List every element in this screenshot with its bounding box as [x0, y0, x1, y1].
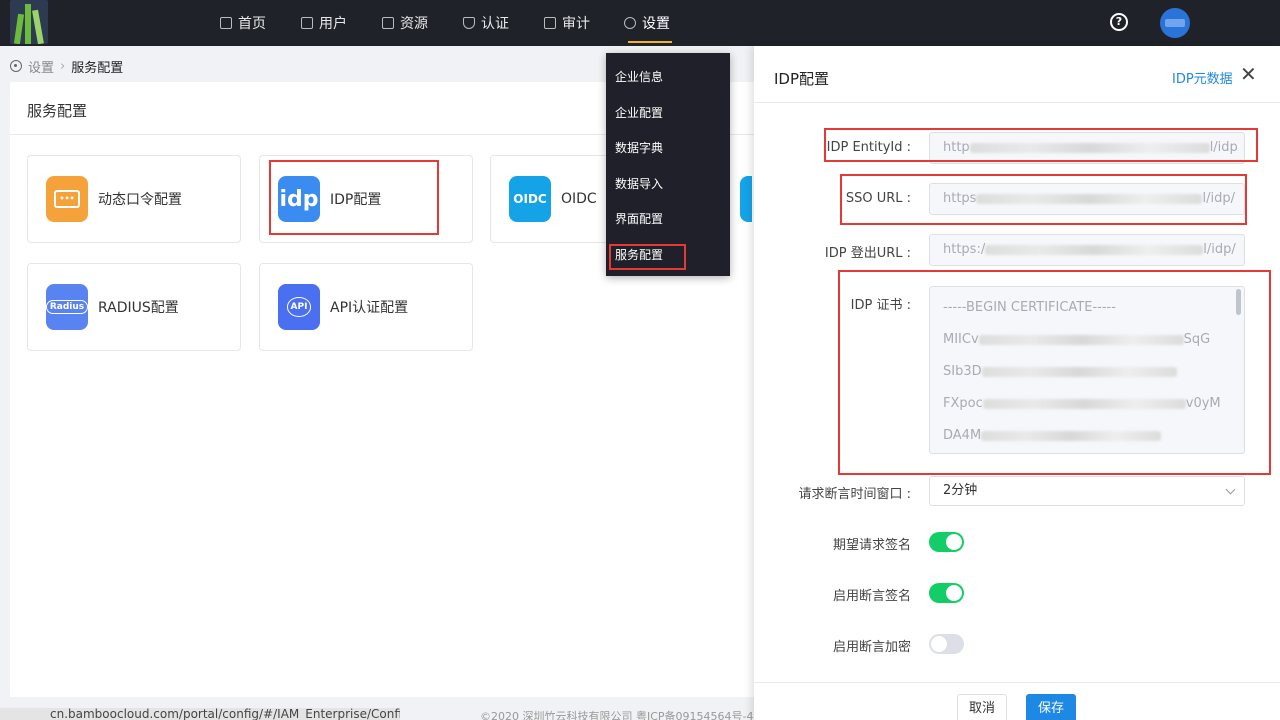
nav-active-indicator [628, 41, 672, 43]
assertion-window-select[interactable]: 2分钟 [929, 476, 1245, 506]
entity-id-prefix: http [943, 140, 970, 155]
assertion-window-value: 2分钟 [943, 483, 978, 498]
nav-settings[interactable]: 设置 [624, 12, 670, 34]
entity-id-suffix: l/idp [1209, 140, 1238, 155]
divider [754, 682, 1280, 683]
close-icon[interactable]: ✕ [1240, 64, 1257, 84]
status-url: cn.bamboocloud.com/portal/config/#/IAM_E… [0, 708, 400, 720]
top-nav-bar: 首页 用户 资源 认证 审计 设置 ? [0, 0, 1280, 46]
menu-item-data-dictionary[interactable]: 数据字典 [615, 139, 663, 156]
service-card-otp[interactable]: ••• 动态口令配置 [27, 155, 241, 243]
assertion-window-label: 请求断言时间窗口 : [798, 487, 911, 502]
resource-icon [382, 17, 394, 29]
menu-item-enterprise-info[interactable]: 企业信息 [615, 68, 663, 85]
service-label: API认证配置 [330, 300, 409, 316]
service-card-api[interactable]: API API认证配置 [259, 263, 473, 351]
page-title: 服务配置 [27, 102, 88, 120]
nav-audit-label: 审计 [562, 16, 590, 32]
menu-item-service-config[interactable]: 服务配置 [615, 246, 663, 263]
service-card-radius[interactable]: Radius RADIUS配置 [27, 263, 241, 351]
sso-url-suffix: l/idp/ [1202, 191, 1235, 206]
nav-home-label: 首页 [238, 16, 266, 32]
service-label: OIDC [561, 191, 597, 207]
save-button[interactable]: 保存 [1026, 694, 1076, 720]
sign-request-toggle[interactable] [929, 532, 964, 552]
partial-service-icon [740, 176, 752, 222]
encrypt-assertion-label: 启用断言加密 [832, 640, 911, 655]
logout-url-suffix: l/idp/ [1203, 242, 1236, 257]
nav-auth[interactable]: 认证 [463, 12, 509, 34]
service-label: 动态口令配置 [98, 192, 182, 208]
encrypt-assertion-toggle[interactable] [929, 634, 964, 654]
menu-item-data-import[interactable]: 数据导入 [615, 175, 663, 192]
menu-item-enterprise-config[interactable]: 企业配置 [615, 104, 663, 121]
idp-icon: idp [278, 176, 320, 222]
cancel-button[interactable]: 取消 [957, 694, 1007, 720]
api-icon-text: API [286, 297, 312, 317]
sso-url-label: SSO URL : [845, 191, 911, 206]
drawer-title: IDP配置 [774, 70, 830, 88]
radius-icon-text: Radius [45, 300, 89, 314]
service-card-idp[interactable]: idp IDP配置 [259, 155, 473, 243]
sso-url-field[interactable]: https l/idp/ [929, 183, 1245, 215]
cloud-api-icon: API [278, 284, 320, 330]
breadcrumb-parent[interactable]: 设置 [28, 57, 54, 76]
breadcrumb: 设置 › 服务配置 [0, 54, 123, 78]
logout-url-field[interactable]: https:/ l/idp/ [929, 234, 1245, 266]
oidc-icon: OIDC [509, 176, 551, 222]
service-label: IDP配置 [330, 192, 382, 208]
nav-audit[interactable]: 审计 [544, 12, 590, 34]
gear-icon [624, 17, 636, 29]
home-icon [220, 17, 232, 29]
nav-auth-label: 认证 [481, 16, 509, 32]
sign-assertion-toggle[interactable] [929, 583, 964, 603]
help-icon[interactable]: ? [1110, 13, 1128, 31]
settings-icon [10, 60, 22, 72]
chevron-right-icon: › [60, 58, 66, 74]
nav-resources[interactable]: 资源 [382, 12, 428, 34]
idp-metadata-link[interactable]: IDP元数据 [1172, 68, 1233, 87]
user-icon [301, 17, 313, 29]
sso-url-prefix: https [943, 191, 977, 206]
copyright: ©2020 深圳竹云科技有限公司 粤ICP备09154564号-4 [480, 710, 754, 720]
nav-home[interactable]: 首页 [220, 12, 266, 34]
settings-dropdown-menu: 企业信息 企业配置 数据字典 数据导入 界面配置 服务配置 [606, 53, 730, 276]
nav-users[interactable]: 用户 [301, 12, 347, 34]
nav-users-label: 用户 [319, 16, 347, 32]
breadcrumb-current: 服务配置 [71, 60, 124, 76]
audit-icon [544, 17, 556, 29]
sign-assertion-label: 启用断言签名 [832, 589, 911, 604]
bamboo-logo[interactable] [10, 0, 48, 44]
cert-line: SIb3D [943, 361, 1231, 393]
chevron-down-icon [1225, 484, 1236, 495]
logout-url-prefix: https:/ [943, 242, 986, 257]
certificate-textarea[interactable]: -----BEGIN CERTIFICATE----- MIICv SqG SIb… [929, 286, 1245, 454]
certificate-label: IDP 证书 : [850, 298, 911, 313]
logout-url-label: IDP 登出URL : [824, 246, 911, 261]
service-label: RADIUS配置 [98, 300, 179, 316]
divider [754, 102, 1280, 103]
cert-line: -----BEGIN CERTIFICATE----- [943, 300, 1116, 315]
cert-line: DA4M [943, 425, 1231, 453]
cert-line: MIICv SqG [943, 332, 1211, 347]
cert-line: FXpoc v0yM [943, 396, 1221, 411]
nav-resources-label: 资源 [400, 16, 428, 32]
menu-item-ui-config[interactable]: 界面配置 [615, 210, 663, 227]
textarea-scrollbar[interactable] [1236, 289, 1241, 315]
entity-id-label: IDP EntityId : [826, 140, 911, 155]
nav-settings-label: 设置 [642, 16, 670, 32]
idp-config-drawer: IDP配置 IDP元数据 ✕ IDP EntityId : http l/idp … [754, 46, 1280, 720]
avatar[interactable] [1160, 8, 1190, 38]
entity-id-field[interactable]: http l/idp [929, 132, 1245, 164]
radius-icon: Radius [45, 284, 89, 330]
otp-icon: ••• [46, 176, 88, 222]
sign-request-label: 期望请求签名 [832, 538, 911, 553]
shield-icon [463, 17, 475, 29]
